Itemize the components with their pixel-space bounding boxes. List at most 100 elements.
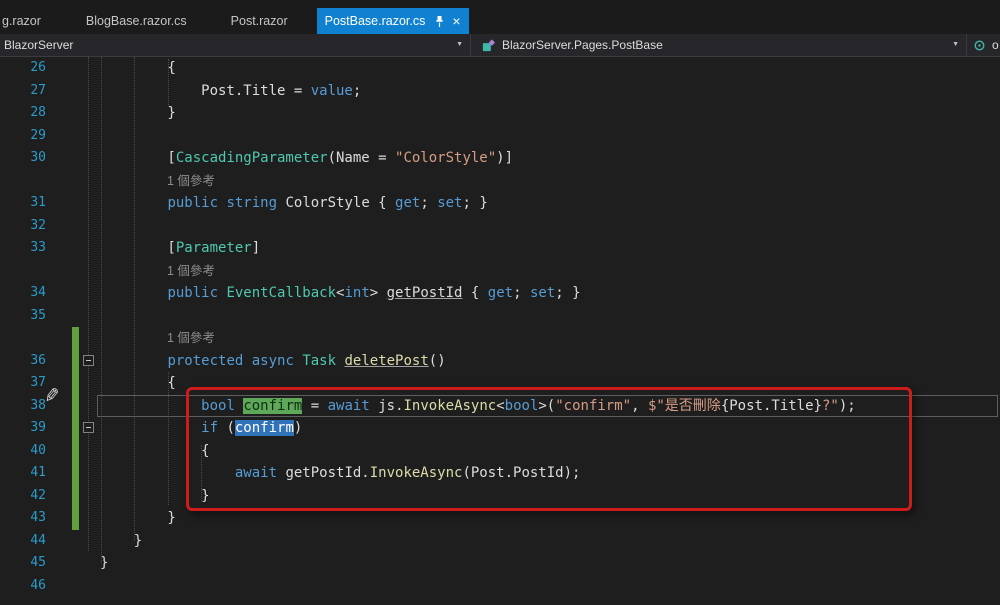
line-number[interactable]: 33 — [0, 237, 46, 260]
code-token: { — [100, 442, 210, 459]
code-token: CascadingParameter — [175, 150, 328, 166]
code-row: 27 Post.Title = value; — [0, 80, 1000, 103]
line-number[interactable]: 40 — [0, 440, 46, 463]
code-text[interactable]: await getPostId.InvokeAsync(Post.PostId)… — [100, 462, 581, 485]
code-token: "confirm" — [555, 397, 632, 414]
chevron-down-icon: ▼ — [456, 41, 463, 48]
code-token: [ — [100, 150, 176, 166]
code-row: 43 } — [0, 507, 1000, 530]
code-token: } — [100, 510, 176, 526]
code-token: > — [369, 285, 387, 301]
code-token: (Name = — [327, 150, 396, 166]
line-number[interactable]: 34 — [0, 282, 46, 305]
indent-guide — [134, 57, 135, 541]
line-number[interactable]: 30 — [0, 147, 46, 170]
line-number[interactable]: 41 — [0, 462, 46, 485]
indent-guide — [100, 57, 102, 563]
change-tracking-bar — [72, 327, 79, 350]
code-token: int — [344, 285, 370, 301]
code-text[interactable]: } — [100, 530, 142, 553]
member-dropdown[interactable]: o — [966, 34, 1000, 56]
project-dropdown[interactable]: BlazorServer ▼ — [0, 34, 470, 56]
tab-post-razor[interactable]: Post.razor — [220, 8, 299, 34]
code-token: string — [226, 195, 278, 211]
code-text[interactable]: public string ColorStyle { get; set; } — [100, 192, 487, 215]
pin-icon[interactable] — [434, 15, 445, 28]
type-dropdown[interactable]: BlazorServer.Pages.PostBase ▼ — [470, 34, 966, 56]
code-token: confirm — [243, 397, 303, 414]
codelens-references-link[interactable]: 1 個參考 — [167, 170, 215, 193]
chevron-down-icon: ▼ — [952, 41, 959, 48]
code-token: } — [100, 105, 176, 121]
project-dropdown-label: BlazorServer — [4, 38, 74, 52]
change-tracking-bar — [72, 417, 79, 440]
tab-postbase-razor-cs-active[interactable]: PostBase.razor.cs × — [316, 8, 469, 34]
fold-collapse-box[interactable] — [83, 422, 94, 433]
code-text[interactable]: [CascadingParameter(Name = "ColorStyle")… — [100, 147, 513, 170]
change-tracking-bar — [72, 439, 79, 462]
code-row: 31 public string ColorStyle { get; set; … — [0, 192, 1000, 215]
close-icon[interactable]: × — [452, 14, 460, 28]
code-row: 34 public EventCallback<int> getPostId {… — [0, 282, 1000, 305]
code-text[interactable]: protected async Task deletePost() — [100, 350, 445, 373]
member-icon — [973, 39, 986, 52]
code-token: public — [167, 285, 219, 301]
code-text[interactable]: { — [100, 440, 210, 463]
line-number[interactable]: 42 — [0, 485, 46, 508]
code-token: } — [100, 532, 143, 549]
code-token: getPostId — [386, 285, 463, 301]
code-text[interactable]: } — [100, 485, 210, 508]
codelens-references-link[interactable]: 1 個參考 — [167, 327, 215, 350]
line-number[interactable]: 32 — [0, 215, 46, 238]
code-text[interactable]: } — [100, 102, 176, 125]
code-text[interactable]: } — [100, 507, 176, 530]
code-text[interactable]: if (confirm) — [100, 417, 302, 440]
line-number[interactable]: 35 — [0, 305, 46, 328]
line-number[interactable]: 27 — [0, 80, 46, 103]
code-token: , — [631, 397, 648, 414]
code-token: { — [100, 375, 176, 391]
line-number[interactable]: 28 — [0, 102, 46, 125]
indent-guide — [201, 445, 202, 501]
codelens-row: 1 個參考 — [0, 170, 1000, 193]
code-row: 40 { — [0, 439, 1000, 463]
code-token: 1 個參考 — [167, 173, 215, 188]
code-token: 1 個參考 — [167, 331, 215, 345]
code-text[interactable]: bool confirm = await js.InvokeAsync<bool… — [100, 395, 856, 418]
line-number[interactable]: 29 — [0, 125, 46, 148]
line-number[interactable]: 45 — [0, 552, 46, 575]
code-token: deletePost — [344, 352, 429, 369]
line-number[interactable]: 36 — [0, 350, 46, 373]
code-editor[interactable]: 26 {27 Post.Title = value; 28 } 29 30 [Casc… — [0, 57, 1000, 605]
code-token: } — [100, 487, 210, 504]
code-token: ColorStyle { — [277, 195, 396, 211]
line-number[interactable]: 38 — [0, 395, 46, 418]
code-token: {Post.Title} — [720, 397, 822, 414]
code-text[interactable]: Post.Title = value; — [100, 80, 361, 103]
code-token: get — [395, 195, 421, 211]
line-number[interactable]: 31 — [0, 192, 46, 215]
tab-label: BlogBase.razor.cs — [85, 14, 187, 28]
change-tracking-bar — [72, 484, 79, 507]
code-text[interactable]: { — [100, 372, 176, 395]
tab-blogbase-razor-cs[interactable]: BlogBase.razor.cs — [75, 8, 198, 34]
line-number[interactable]: 26 — [0, 57, 46, 80]
fold-collapse-box[interactable] — [83, 354, 94, 366]
codelens-row: 1 個參考 — [0, 260, 1000, 283]
code-text[interactable]: { — [100, 57, 175, 80]
code-text[interactable]: public EventCallback<int> getPostId { ge… — [100, 282, 580, 305]
code-token: bool — [504, 397, 539, 414]
code-token: < — [496, 397, 505, 414]
line-number[interactable]: 39 — [0, 417, 46, 440]
line-number[interactable]: 44 — [0, 530, 46, 553]
line-number[interactable]: 43 — [0, 507, 46, 530]
line-number[interactable]: 37 — [0, 372, 46, 395]
codelens-references-link[interactable]: 1 個參考 — [167, 260, 215, 283]
line-number[interactable]: 46 — [0, 575, 46, 598]
member-dropdown-label: o — [992, 38, 999, 52]
code-text[interactable]: [Parameter] — [100, 237, 260, 260]
code-token: Task — [302, 352, 337, 369]
tab-blog-razor-clipped[interactable]: g.razor — [0, 8, 51, 34]
type-dropdown-label: BlazorServer.Pages.PostBase — [502, 38, 663, 52]
